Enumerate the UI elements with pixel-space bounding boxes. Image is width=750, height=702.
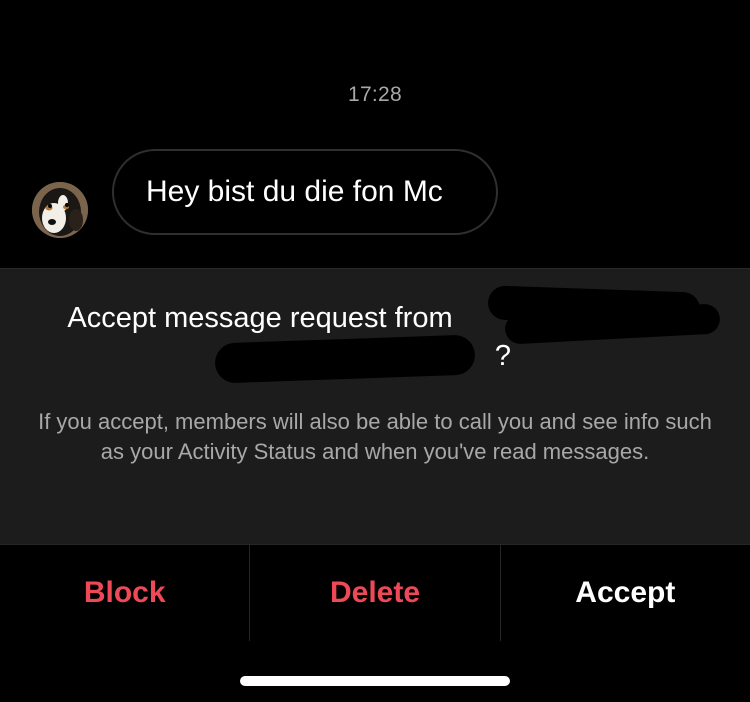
dog-avatar-icon <box>32 182 88 238</box>
chat-thread: 17:28 Hey bist du die fon Mc <box>0 0 750 268</box>
request-title-text: Accept message request from <box>67 302 453 334</box>
message-text: Hey bist du die fon Mc <box>146 175 443 208</box>
avatar[interactable] <box>32 182 88 238</box>
accept-button[interactable]: Accept <box>499 545 750 641</box>
message-request-panel: Accept message request from ? If you acc… <box>0 268 750 544</box>
request-description: If you accept, members will also be able… <box>38 409 712 464</box>
delete-button[interactable]: Delete <box>249 545 499 641</box>
request-title-end: ? <box>494 340 512 372</box>
block-button[interactable]: Block <box>0 545 249 641</box>
message-bubble[interactable]: Hey bist du die fon Mc <box>112 149 498 235</box>
message-timestamp: 17:28 <box>347 83 403 106</box>
home-indicator[interactable] <box>240 676 510 686</box>
request-actions: Block Delete Accept <box>0 544 750 641</box>
redaction-mark <box>214 334 476 384</box>
